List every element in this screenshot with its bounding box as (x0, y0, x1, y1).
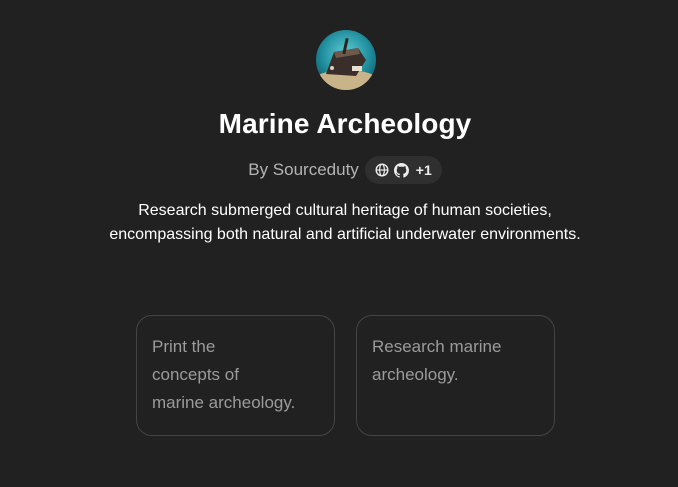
starter-text-line: Print the (152, 337, 216, 356)
starter-text-line: archeology. (372, 365, 459, 384)
gpt-title: Marine Archeology (218, 108, 472, 139)
conversation-starter-card[interactable]: Print the concepts of marine archeology. (136, 315, 335, 436)
author-links-pill[interactable]: +1 (364, 156, 442, 184)
conversation-starter-card[interactable]: Research marine archeology. (356, 315, 555, 436)
extra-links-count: +1 (415, 162, 432, 178)
gpt-byline: By Sourceduty +1 (0, 156, 678, 184)
gpt-landing: Marine Archeology By Sourceduty +1 Resea… (0, 0, 678, 487)
description-line: Research submerged cultural heritage of … (138, 202, 552, 219)
author-name: By Sourceduty (248, 160, 359, 179)
description-line: encompassing both natural and artificial… (109, 226, 581, 243)
globe-icon[interactable] (375, 163, 389, 177)
shipwreck-avatar-icon (316, 30, 376, 90)
github-icon[interactable] (393, 162, 409, 178)
starter-text-line: marine archeology. (152, 393, 296, 412)
gpt-description: Research submerged cultural heritage of … (0, 199, 678, 247)
starter-text-line: Research marine (372, 337, 502, 356)
gpt-avatar (316, 30, 376, 90)
starter-text-line: concepts of (152, 365, 239, 384)
